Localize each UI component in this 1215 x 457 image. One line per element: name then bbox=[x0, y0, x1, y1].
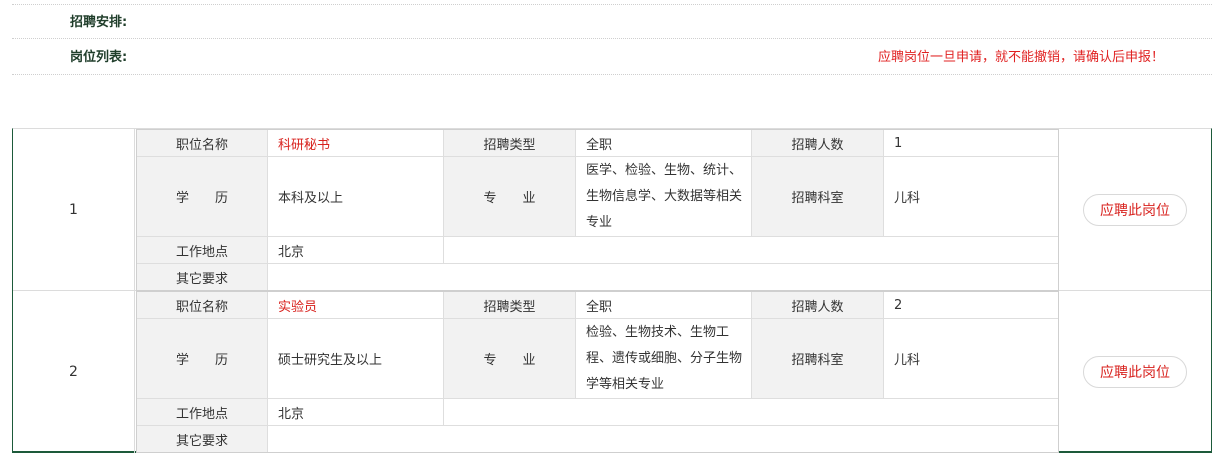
schedule-row: 招聘安排: bbox=[12, 4, 1212, 39]
major-value: 检验、生物技术、生物工程、遗传或细胞、分子生物学等相关专业 bbox=[576, 319, 752, 399]
department-label: 招聘科室 bbox=[752, 319, 884, 399]
other-value bbox=[268, 264, 1058, 290]
education-value: 本科及以上 bbox=[268, 157, 444, 237]
headcount-label: 招聘人数 bbox=[752, 292, 884, 319]
job-detail-table: 职位名称 实验员 招聘类型 全职 招聘人数 2 学 历 硕士研究生及以上 专 业… bbox=[136, 291, 1059, 453]
recruit-type-value: 全职 bbox=[576, 130, 752, 157]
recruit-type-value: 全职 bbox=[576, 292, 752, 319]
job-index: 2 bbox=[13, 291, 135, 453]
position-name-label: 职位名称 bbox=[137, 130, 268, 157]
education-value: 硕士研究生及以上 bbox=[268, 319, 444, 399]
apply-cell: 应聘此岗位 bbox=[1059, 291, 1211, 453]
position-name-value: 科研秘书 bbox=[268, 130, 444, 157]
job-index: 1 bbox=[13, 129, 135, 291]
apply-button[interactable]: 应聘此岗位 bbox=[1083, 356, 1187, 388]
position-name-label: 职位名称 bbox=[137, 292, 268, 319]
job-list-table: 1 职位名称 科研秘书 招聘类型 全职 招聘人数 1 学 历 本科及以上 专 业… bbox=[12, 128, 1212, 453]
location-value: 北京 bbox=[268, 237, 444, 264]
department-value: 儿科 bbox=[884, 319, 1058, 399]
major-label: 专 业 bbox=[444, 319, 576, 399]
positions-row: 岗位列表: 应聘岗位一旦申请，就不能撤销，请确认后申报！ bbox=[12, 40, 1212, 75]
warning-notice: 应聘岗位一旦申请，就不能撤销，请确认后申报！ bbox=[877, 50, 1164, 65]
department-label: 招聘科室 bbox=[752, 157, 884, 237]
job-row: 1 职位名称 科研秘书 招聘类型 全职 招聘人数 1 学 历 本科及以上 专 业… bbox=[13, 129, 1211, 291]
headcount-label: 招聘人数 bbox=[752, 130, 884, 157]
headcount-value: 1 bbox=[884, 130, 1058, 157]
major-label: 专 业 bbox=[444, 157, 576, 237]
location-label: 工作地点 bbox=[137, 399, 268, 426]
other-label: 其它要求 bbox=[137, 264, 268, 290]
location-empty bbox=[444, 399, 1058, 426]
location-label: 工作地点 bbox=[137, 237, 268, 264]
education-label: 学 历 bbox=[137, 319, 268, 399]
job-row: 2 职位名称 实验员 招聘类型 全职 招聘人数 2 学 历 硕士研究生及以上 专… bbox=[13, 291, 1211, 453]
other-value bbox=[268, 426, 1058, 452]
headcount-value: 2 bbox=[884, 292, 1058, 319]
major-value: 医学、检验、生物、统计、生物信息学、大数据等相关专业 bbox=[576, 157, 752, 237]
position-name-value: 实验员 bbox=[268, 292, 444, 319]
apply-button[interactable]: 应聘此岗位 bbox=[1083, 194, 1187, 226]
apply-cell: 应聘此岗位 bbox=[1059, 129, 1211, 291]
recruit-type-label: 招聘类型 bbox=[444, 292, 576, 319]
other-label: 其它要求 bbox=[137, 426, 268, 452]
job-detail-table: 职位名称 科研秘书 招聘类型 全职 招聘人数 1 学 历 本科及以上 专 业 医… bbox=[136, 129, 1059, 291]
positions-label: 岗位列表: bbox=[70, 50, 128, 65]
schedule-label: 招聘安排: bbox=[70, 15, 128, 30]
department-value: 儿科 bbox=[884, 157, 1058, 237]
location-empty bbox=[444, 237, 1058, 264]
location-value: 北京 bbox=[268, 399, 444, 426]
education-label: 学 历 bbox=[137, 157, 268, 237]
recruit-type-label: 招聘类型 bbox=[444, 130, 576, 157]
